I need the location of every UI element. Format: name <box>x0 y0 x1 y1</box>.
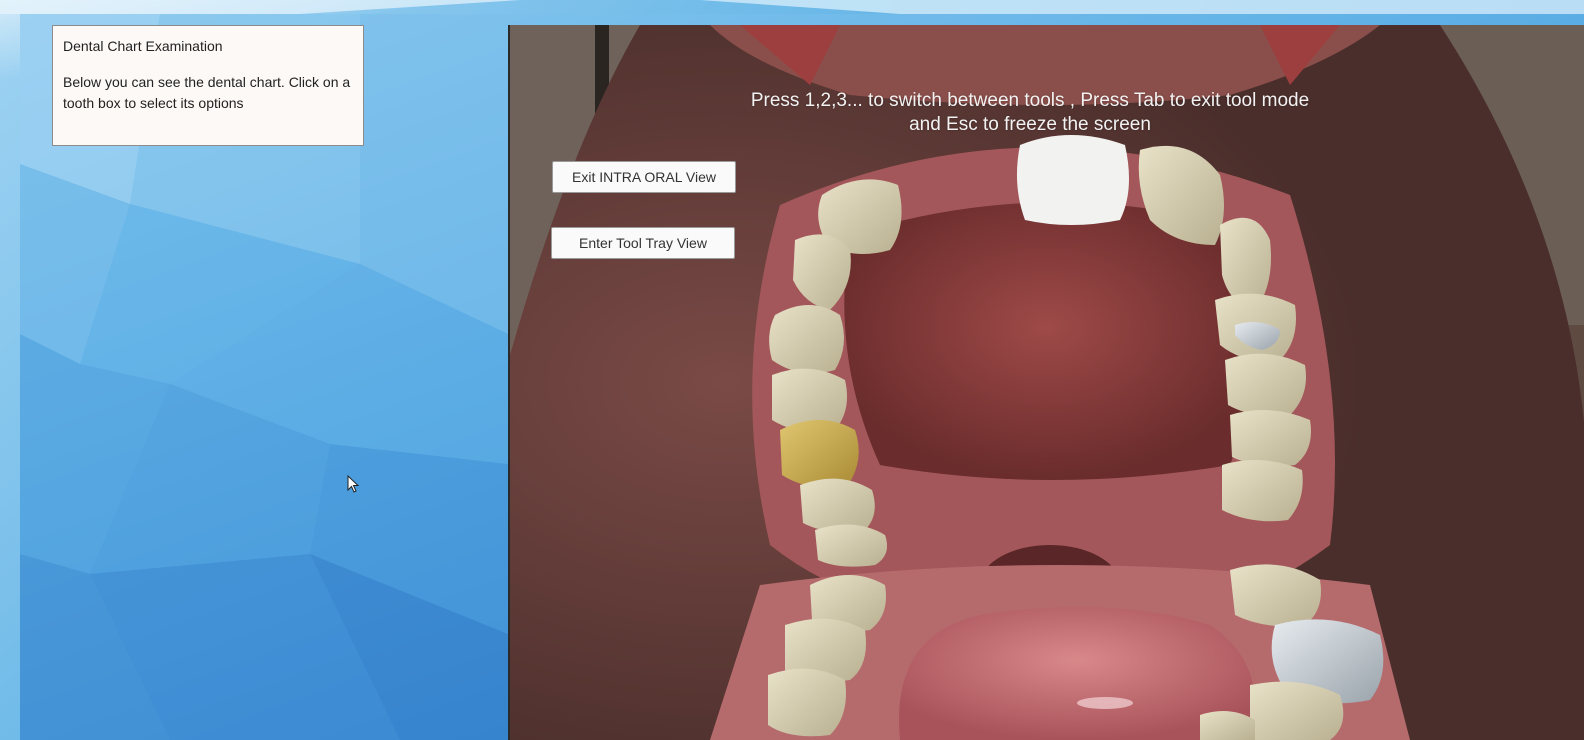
dental-chart-info-panel: Dental Chart Examination Below you can s… <box>52 25 364 146</box>
info-panel-body: Below you can see the dental chart. Clic… <box>63 74 351 111</box>
enter-tool-tray-view-button[interactable]: Enter Tool Tray View <box>551 227 735 259</box>
exit-intra-oral-view-button[interactable]: Exit INTRA ORAL View <box>552 161 736 193</box>
intra-oral-3d-viewport[interactable]: Press 1,2,3... to switch between tools ,… <box>508 25 1584 740</box>
tool-instructions-text: Press 1,2,3... to switch between tools ,… <box>750 90 1310 135</box>
info-panel-title: Dental Chart Examination <box>63 38 223 54</box>
app-window: Dental Chart Examination Below you can s… <box>20 14 1584 740</box>
mouse-pointer-icon <box>347 475 360 493</box>
